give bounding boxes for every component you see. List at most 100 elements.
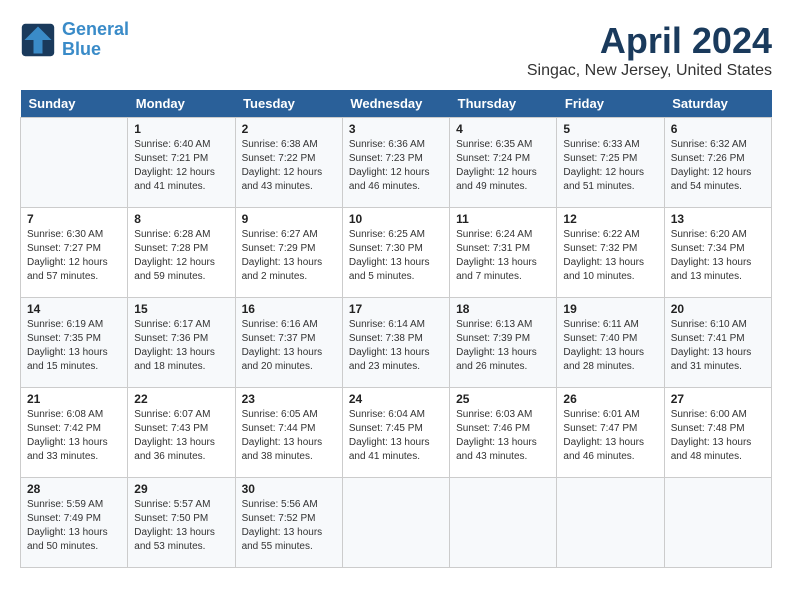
day-number: 29: [134, 482, 228, 496]
calendar-cell: [557, 478, 664, 568]
day-info: Sunrise: 5:56 AM Sunset: 7:52 PM Dayligh…: [242, 498, 336, 554]
day-info: Sunrise: 6:14 AM Sunset: 7:38 PM Dayligh…: [349, 318, 443, 374]
day-info: Sunrise: 6:20 AM Sunset: 7:34 PM Dayligh…: [671, 228, 765, 284]
day-number: 13: [671, 212, 765, 226]
calendar-table: SundayMondayTuesdayWednesdayThursdayFrid…: [20, 90, 772, 568]
calendar-cell: 30 Sunrise: 5:56 AM Sunset: 7:52 PM Dayli…: [235, 478, 342, 568]
page-title: April 2024: [527, 20, 772, 62]
calendar-cell: [21, 118, 128, 208]
day-number: 9: [242, 212, 336, 226]
day-info: Sunrise: 6:24 AM Sunset: 7:31 PM Dayligh…: [456, 228, 550, 284]
day-number: 10: [349, 212, 443, 226]
calendar-week-row: 14 Sunrise: 6:19 AM Sunset: 7:35 PM Dayli…: [21, 298, 772, 388]
page-subtitle: Singac, New Jersey, United States: [527, 62, 772, 80]
day-number: 30: [242, 482, 336, 496]
day-info: Sunrise: 6:01 AM Sunset: 7:47 PM Dayligh…: [563, 408, 657, 464]
day-number: 22: [134, 392, 228, 406]
day-info: Sunrise: 6:35 AM Sunset: 7:24 PM Dayligh…: [456, 138, 550, 194]
day-info: Sunrise: 6:11 AM Sunset: 7:40 PM Dayligh…: [563, 318, 657, 374]
day-number: 6: [671, 122, 765, 136]
calendar-cell: 20Sunrise: 6:10 AM Sunset: 7:41 PM Dayli…: [664, 298, 771, 388]
calendar-week-row: 28 Sunrise: 5:59 AM Sunset: 7:49 PM Dayli…: [21, 478, 772, 568]
day-number: 12: [563, 212, 657, 226]
day-number: 26: [563, 392, 657, 406]
day-number: 4: [456, 122, 550, 136]
day-number: 11: [456, 212, 550, 226]
logo-text: General Blue: [62, 20, 129, 60]
calendar-cell: 1 Sunrise: 6:40 AM Sunset: 7:21 PM Daylig…: [128, 118, 235, 208]
day-info: Sunrise: 5:59 AM Sunset: 7:49 PM Dayligh…: [27, 498, 121, 554]
day-info: Sunrise: 6:40 AM Sunset: 7:21 PM Dayligh…: [134, 138, 228, 194]
day-info: Sunrise: 6:03 AM Sunset: 7:46 PM Dayligh…: [456, 408, 550, 464]
day-number: 28: [27, 482, 121, 496]
day-number: 15: [134, 302, 228, 316]
calendar-cell: 26 Sunrise: 6:01 AM Sunset: 7:47 PM Dayli…: [557, 388, 664, 478]
day-number: 19: [563, 302, 657, 316]
day-info: Sunrise: 6:25 AM Sunset: 7:30 PM Dayligh…: [349, 228, 443, 284]
calendar-cell: 8 Sunrise: 6:28 AM Sunset: 7:28 PM Daylig…: [128, 208, 235, 298]
calendar-cell: 27 Sunrise: 6:00 AM Sunset: 7:48 PM Dayli…: [664, 388, 771, 478]
calendar-cell: 24Sunrise: 6:04 AM Sunset: 7:45 PM Dayli…: [342, 388, 449, 478]
day-number: 24: [349, 392, 443, 406]
calendar-cell: 6 Sunrise: 6:32 AM Sunset: 7:26 PM Daylig…: [664, 118, 771, 208]
calendar-cell: 13 Sunrise: 6:20 AM Sunset: 7:34 PM Dayli…: [664, 208, 771, 298]
day-info: Sunrise: 6:08 AM Sunset: 7:42 PM Dayligh…: [27, 408, 121, 464]
calendar-cell: [342, 478, 449, 568]
calendar-cell: 29 Sunrise: 5:57 AM Sunset: 7:50 PM Dayli…: [128, 478, 235, 568]
calendar-cell: 15 Sunrise: 6:17 AM Sunset: 7:36 PM Dayli…: [128, 298, 235, 388]
day-number: 8: [134, 212, 228, 226]
day-number: 18: [456, 302, 550, 316]
logo: General Blue: [20, 20, 129, 60]
day-number: 14: [27, 302, 121, 316]
day-info: Sunrise: 6:05 AM Sunset: 7:44 PM Dayligh…: [242, 408, 336, 464]
day-info: Sunrise: 6:28 AM Sunset: 7:28 PM Dayligh…: [134, 228, 228, 284]
day-info: Sunrise: 6:17 AM Sunset: 7:36 PM Dayligh…: [134, 318, 228, 374]
title-block: April 2024 Singac, New Jersey, United St…: [527, 20, 772, 80]
column-header-thursday: Thursday: [450, 90, 557, 118]
calendar-cell: 4 Sunrise: 6:35 AM Sunset: 7:24 PM Daylig…: [450, 118, 557, 208]
calendar-cell: 28 Sunrise: 5:59 AM Sunset: 7:49 PM Dayli…: [21, 478, 128, 568]
day-number: 3: [349, 122, 443, 136]
calendar-cell: 12 Sunrise: 6:22 AM Sunset: 7:32 PM Dayli…: [557, 208, 664, 298]
day-number: 5: [563, 122, 657, 136]
day-number: 25: [456, 392, 550, 406]
calendar-week-row: 21 Sunrise: 6:08 AM Sunset: 7:42 PM Dayli…: [21, 388, 772, 478]
day-info: Sunrise: 6:16 AM Sunset: 7:37 PM Dayligh…: [242, 318, 336, 374]
day-number: 20: [671, 302, 765, 316]
day-info: Sunrise: 6:33 AM Sunset: 7:25 PM Dayligh…: [563, 138, 657, 194]
logo-icon: [20, 22, 56, 58]
page-header: General Blue April 2024 Singac, New Jers…: [20, 20, 772, 80]
calendar-cell: 19 Sunrise: 6:11 AM Sunset: 7:40 PM Dayli…: [557, 298, 664, 388]
day-number: 1: [134, 122, 228, 136]
day-number: 23: [242, 392, 336, 406]
calendar-cell: 25 Sunrise: 6:03 AM Sunset: 7:46 PM Dayli…: [450, 388, 557, 478]
calendar-cell: 17 Sunrise: 6:14 AM Sunset: 7:38 PM Dayli…: [342, 298, 449, 388]
day-info: Sunrise: 6:38 AM Sunset: 7:22 PM Dayligh…: [242, 138, 336, 194]
day-number: 17: [349, 302, 443, 316]
day-number: 27: [671, 392, 765, 406]
day-info: Sunrise: 6:22 AM Sunset: 7:32 PM Dayligh…: [563, 228, 657, 284]
day-number: 7: [27, 212, 121, 226]
column-header-tuesday: Tuesday: [235, 90, 342, 118]
day-info: Sunrise: 6:19 AM Sunset: 7:35 PM Dayligh…: [27, 318, 121, 374]
calendar-cell: 18 Sunrise: 6:13 AM Sunset: 7:39 PM Dayli…: [450, 298, 557, 388]
day-number: 21: [27, 392, 121, 406]
calendar-cell: 7 Sunrise: 6:30 AM Sunset: 7:27 PM Daylig…: [21, 208, 128, 298]
calendar-cell: [450, 478, 557, 568]
calendar-cell: 16Sunrise: 6:16 AM Sunset: 7:37 PM Dayli…: [235, 298, 342, 388]
column-header-sunday: Sunday: [21, 90, 128, 118]
calendar-week-row: 7 Sunrise: 6:30 AM Sunset: 7:27 PM Daylig…: [21, 208, 772, 298]
day-info: Sunrise: 6:30 AM Sunset: 7:27 PM Dayligh…: [27, 228, 121, 284]
day-info: Sunrise: 5:57 AM Sunset: 7:50 PM Dayligh…: [134, 498, 228, 554]
calendar-cell: 21 Sunrise: 6:08 AM Sunset: 7:42 PM Dayli…: [21, 388, 128, 478]
column-header-friday: Friday: [557, 90, 664, 118]
calendar-cell: 2 Sunrise: 6:38 AM Sunset: 7:22 PM Daylig…: [235, 118, 342, 208]
day-info: Sunrise: 6:00 AM Sunset: 7:48 PM Dayligh…: [671, 408, 765, 464]
day-info: Sunrise: 6:13 AM Sunset: 7:39 PM Dayligh…: [456, 318, 550, 374]
calendar-header-row: SundayMondayTuesdayWednesdayThursdayFrid…: [21, 90, 772, 118]
day-info: Sunrise: 6:32 AM Sunset: 7:26 PM Dayligh…: [671, 138, 765, 194]
calendar-week-row: 1 Sunrise: 6:40 AM Sunset: 7:21 PM Daylig…: [21, 118, 772, 208]
calendar-cell: 9Sunrise: 6:27 AM Sunset: 7:29 PM Daylig…: [235, 208, 342, 298]
day-number: 2: [242, 122, 336, 136]
calendar-cell: 11 Sunrise: 6:24 AM Sunset: 7:31 PM Dayli…: [450, 208, 557, 298]
